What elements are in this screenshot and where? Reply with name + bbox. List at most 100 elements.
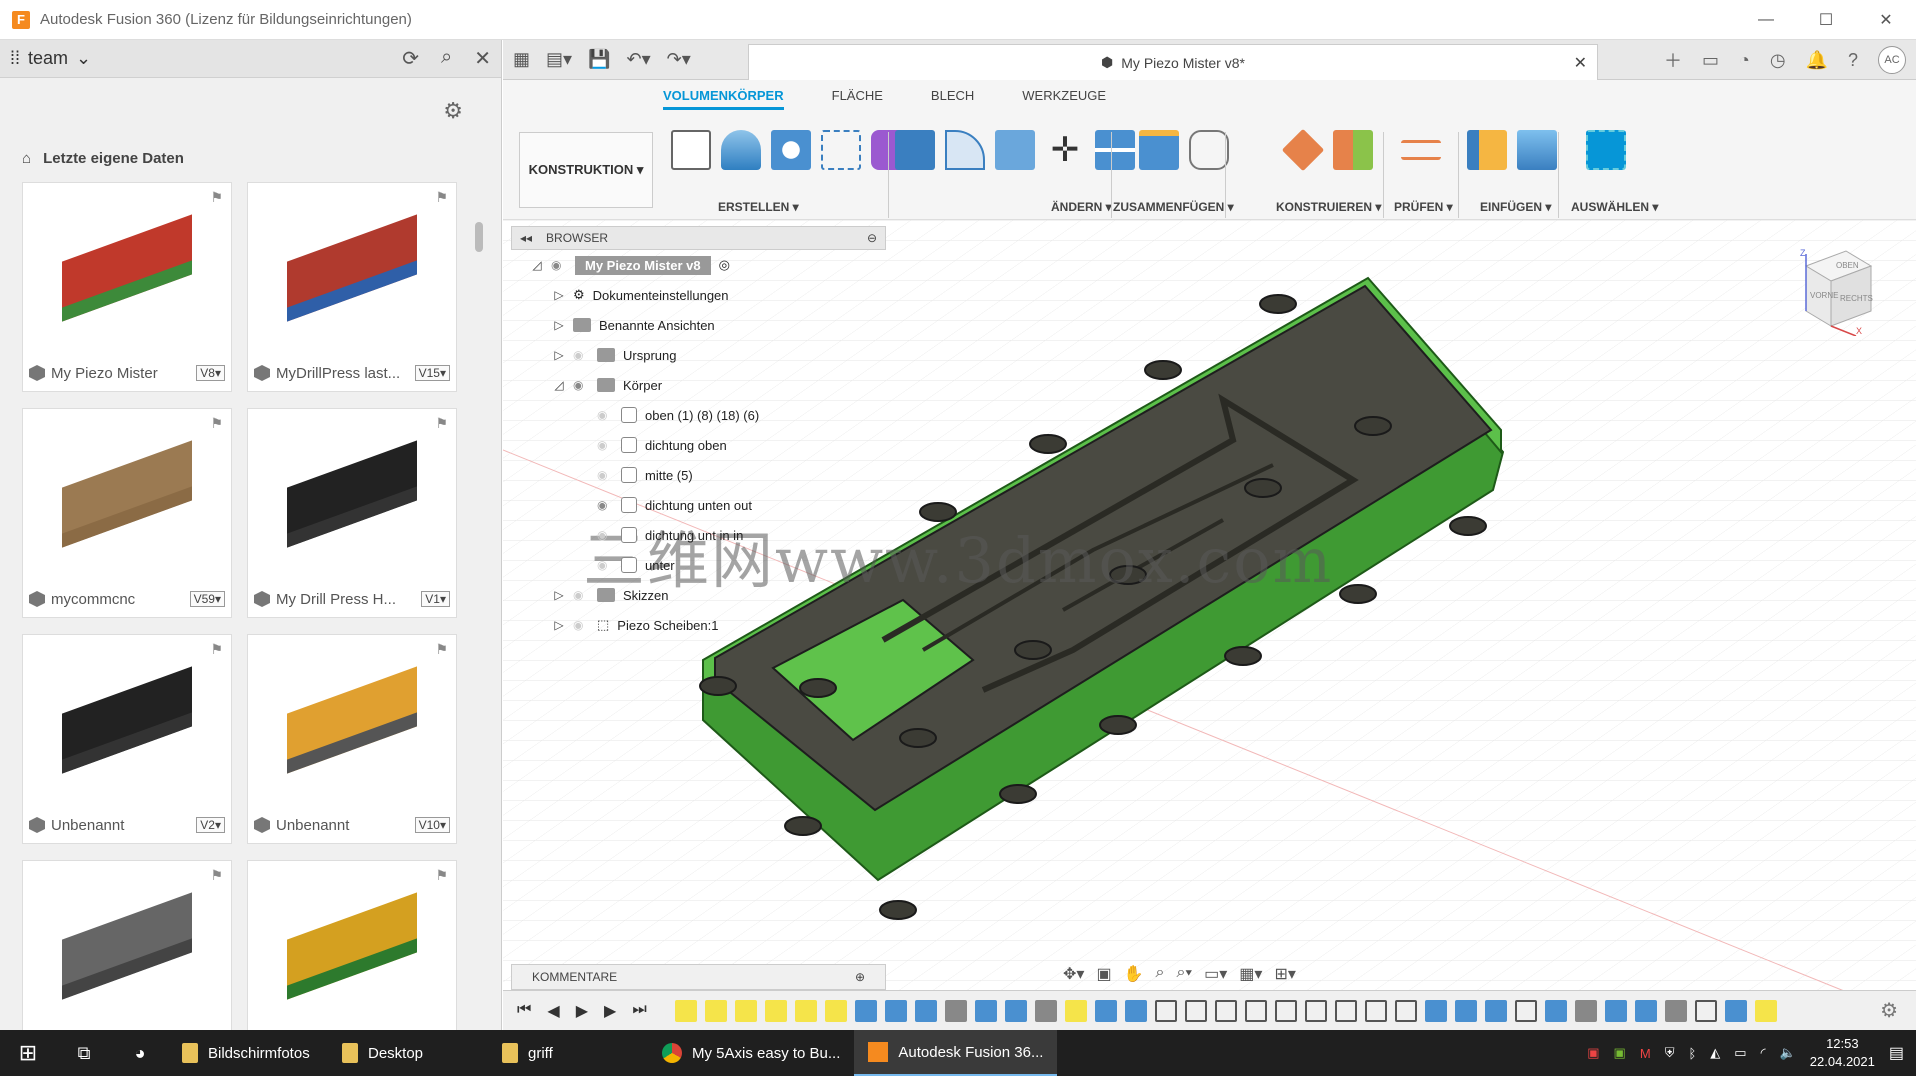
comments-panel[interactable]: KOMMENTARE ⊕	[511, 964, 886, 990]
tray-nvidia-icon[interactable]: ▣	[1614, 1045, 1626, 1061]
group-pruefen[interactable]: PRÜFEN ▾	[1394, 200, 1453, 214]
hidden-eye-icon[interactable]: ◉	[597, 558, 613, 572]
timeline-feature-icon[interactable]	[1394, 999, 1417, 1022]
timeline-feature-icon[interactable]	[884, 999, 907, 1022]
timeline-feature-icon[interactable]	[1034, 999, 1057, 1022]
task-view-icon[interactable]: ⧉	[56, 1030, 112, 1076]
redo-icon[interactable]: ↷▾	[667, 49, 691, 70]
timeline-feature-icon[interactable]	[1634, 999, 1657, 1022]
apps-grid-icon[interactable]: ▦	[513, 49, 530, 70]
timeline-feature-icon[interactable]	[1754, 999, 1777, 1022]
viewports-icon[interactable]: ⊞▾	[1274, 964, 1295, 984]
collapsed-triangle-icon[interactable]: ▷	[553, 588, 565, 602]
visibility-eye-icon[interactable]: ◉	[573, 378, 589, 392]
tree-item-ursprung[interactable]: ▷ ◉ Ursprung	[511, 340, 886, 370]
tray-shield-icon[interactable]: ⛨	[1665, 1045, 1675, 1061]
tray-bluetooth-icon[interactable]: ᛒ	[1688, 1046, 1696, 1061]
visibility-eye-icon[interactable]: ◉	[551, 258, 567, 272]
timeline-feature-icon[interactable]	[1304, 999, 1327, 1022]
fillet-icon[interactable]	[945, 130, 985, 170]
action-center-icon[interactable]: ▤	[1889, 1043, 1904, 1063]
activate-radio-icon[interactable]: ◎	[719, 257, 730, 273]
flag-icon[interactable]: ⚑	[435, 415, 448, 432]
data-panel-scrollbar[interactable]	[475, 182, 485, 1062]
notifications-icon[interactable]: 🔔	[1806, 50, 1828, 71]
timeline-feature-icon[interactable]	[974, 999, 997, 1022]
timeline-feature-icon[interactable]	[1454, 999, 1477, 1022]
timeline-feature-icon[interactable]	[1544, 999, 1567, 1022]
display-settings-icon[interactable]: ▭▾	[1204, 964, 1227, 984]
browser-app-icon[interactable]: ◕	[112, 1030, 168, 1076]
tab-volumenkoerper[interactable]: VOLUMENKÖRPER	[663, 88, 784, 110]
tray-network-icon[interactable]: ◭	[1710, 1045, 1720, 1061]
timeline-feature-icon[interactable]	[1664, 999, 1687, 1022]
tab-werkzeuge[interactable]: WERKZEUGE	[1022, 88, 1106, 110]
close-window-button[interactable]: ✕	[1856, 0, 1916, 40]
measure-icon[interactable]	[1401, 140, 1441, 160]
insert-image-icon[interactable]	[1517, 130, 1557, 170]
group-auswaehlen[interactable]: AUSWÄHLEN ▾	[1571, 200, 1658, 214]
grid-settings-icon[interactable]: ▦▾	[1239, 964, 1262, 984]
timeline-feature-icon[interactable]	[1334, 999, 1357, 1022]
file-card[interactable]: ⚑ MyDrillPress last... V15▾	[247, 182, 457, 392]
tree-body-item[interactable]: ◉ mitte (5)	[511, 460, 886, 490]
tree-item-koerper[interactable]: ◿ ◉ Körper	[511, 370, 886, 400]
file-menu-icon[interactable]: ▤▾	[546, 49, 572, 70]
timeline-settings-icon[interactable]: ⚙	[1880, 998, 1898, 1023]
visibility-eye-icon[interactable]: ◉	[597, 498, 613, 512]
timeline-feature-icon[interactable]	[1244, 999, 1267, 1022]
undo-icon[interactable]: ↶▾	[626, 49, 650, 70]
minimize-button[interactable]: —	[1736, 0, 1796, 40]
insert-svg-icon[interactable]	[1467, 130, 1507, 170]
tree-item-piezo-scheiben[interactable]: ▷ ◉ ⬚ Piezo Scheiben:1	[511, 610, 886, 640]
workspace-switcher[interactable]: KONSTRUKTION ▾	[519, 132, 653, 208]
close-document-icon[interactable]: ✕	[1574, 53, 1587, 73]
chat-icon[interactable]: ▭	[1702, 50, 1719, 71]
hidden-eye-icon[interactable]: ◉	[597, 408, 613, 422]
version-badge[interactable]: V15▾	[414, 365, 450, 381]
expanded-triangle-icon[interactable]: ◿	[531, 258, 543, 272]
hidden-eye-icon[interactable]: ◉	[597, 438, 613, 452]
timeline-feature-icon[interactable]	[914, 999, 937, 1022]
sync-icon[interactable]: ◔	[1739, 50, 1750, 71]
group-aendern[interactable]: ÄNDERN ▾	[1051, 200, 1112, 214]
tray-app-icon[interactable]: M	[1640, 1046, 1651, 1061]
version-badge[interactable]: V8▾	[196, 365, 225, 381]
flag-icon[interactable]: ⚑	[210, 641, 223, 658]
maximize-button[interactable]: ☐	[1796, 0, 1856, 40]
version-badge[interactable]: V2▾	[196, 817, 225, 833]
browser-header[interactable]: ◂◂ BROWSER ⊖	[511, 226, 886, 250]
tray-wifi-icon[interactable]: ◜	[1761, 1045, 1766, 1061]
timeline-feature-icon[interactable]	[794, 999, 817, 1022]
tree-body-item[interactable]: ◉ dichtung unt in in	[511, 520, 886, 550]
tray-volume-icon[interactable]: 🔈	[1780, 1045, 1796, 1061]
tree-body-item[interactable]: ◉ unter	[511, 550, 886, 580]
tab-flaeche[interactable]: FLÄCHE	[832, 88, 883, 110]
job-status-icon[interactable]: ◷	[1770, 50, 1786, 71]
group-konstruieren[interactable]: KONSTRUIEREN ▾	[1276, 200, 1381, 214]
collapse-browser-icon[interactable]: ◂◂	[520, 231, 532, 245]
new-component-icon[interactable]	[1139, 130, 1179, 170]
shell-icon[interactable]	[995, 130, 1035, 170]
timeline-feature-icon[interactable]	[674, 999, 697, 1022]
taskbar-item-fusion[interactable]: Autodesk Fusion 36...	[854, 1030, 1058, 1076]
timeline-start-icon[interactable]: ⏮	[517, 1001, 531, 1021]
windows-start-icon[interactable]: ⊞	[0, 1030, 56, 1076]
tray-app-icon[interactable]: ▣	[1587, 1045, 1599, 1061]
view-cube[interactable]: OBEN VORNE RECHTS Z X	[1786, 246, 1876, 337]
timeline-feature-icon[interactable]	[1364, 999, 1387, 1022]
file-card[interactable]: ⚑ My Piezo Mister V8▾	[22, 182, 232, 392]
flag-icon[interactable]: ⚑	[435, 189, 448, 206]
timeline-feature-icon[interactable]	[1094, 999, 1117, 1022]
hidden-eye-icon[interactable]: ◉	[573, 588, 589, 602]
group-zusammenfuegen[interactable]: ZUSAMMENFÜGEN ▾	[1113, 200, 1234, 214]
group-erstellen[interactable]: ERSTELLEN ▾	[718, 200, 799, 214]
tree-item-skizzen[interactable]: ▷ ◉ Skizzen	[511, 580, 886, 610]
flag-icon[interactable]: ⚑	[435, 867, 448, 884]
file-card[interactable]: ⚑ Unbenannt V10▾	[247, 634, 457, 844]
timeline-feature-icon[interactable]	[854, 999, 877, 1022]
close-panel-icon[interactable]: ✕	[474, 46, 491, 71]
tree-body-item[interactable]: ◉ dichtung oben	[511, 430, 886, 460]
create-sketch-icon[interactable]	[671, 130, 711, 170]
timeline-feature-icon[interactable]	[704, 999, 727, 1022]
